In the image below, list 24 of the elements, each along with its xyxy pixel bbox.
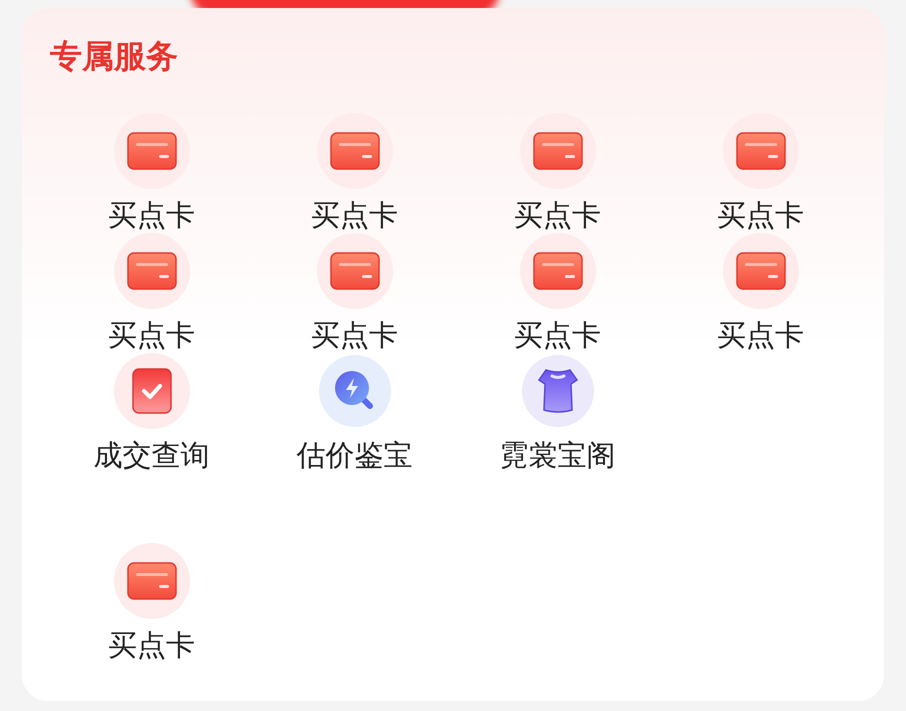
service-item[interactable]: 买点卡 (659, 113, 862, 233)
service-item[interactable]: 买点卡 (456, 233, 659, 353)
service-item[interactable]: 买点卡 (659, 233, 862, 353)
card-icon (532, 252, 582, 290)
service-item[interactable]: 买点卡 (253, 233, 456, 353)
card-icon (126, 132, 176, 170)
service-item[interactable]: 买点卡 (50, 543, 253, 663)
service-item[interactable]: 估价鉴宝 (253, 353, 456, 473)
service-item[interactable]: 买点卡 (456, 113, 659, 233)
section-title: 专属服务 (50, 36, 179, 76)
service-item[interactable]: 霓裳宝阁 (456, 353, 659, 473)
card-icon (330, 252, 380, 290)
card-icon (532, 132, 582, 170)
card-icon (126, 562, 176, 600)
service-item[interactable]: 买点卡 (253, 113, 456, 233)
service-item[interactable]: 买点卡 (50, 113, 253, 233)
card-icon (736, 252, 786, 290)
card-icon (736, 132, 786, 170)
checkbox-icon (132, 368, 172, 414)
card-icon (126, 252, 176, 290)
shirt-icon (538, 368, 578, 414)
card-icon (330, 132, 380, 170)
service-item[interactable]: 成交查询 (50, 353, 253, 473)
service-item[interactable]: 买点卡 (50, 233, 253, 353)
